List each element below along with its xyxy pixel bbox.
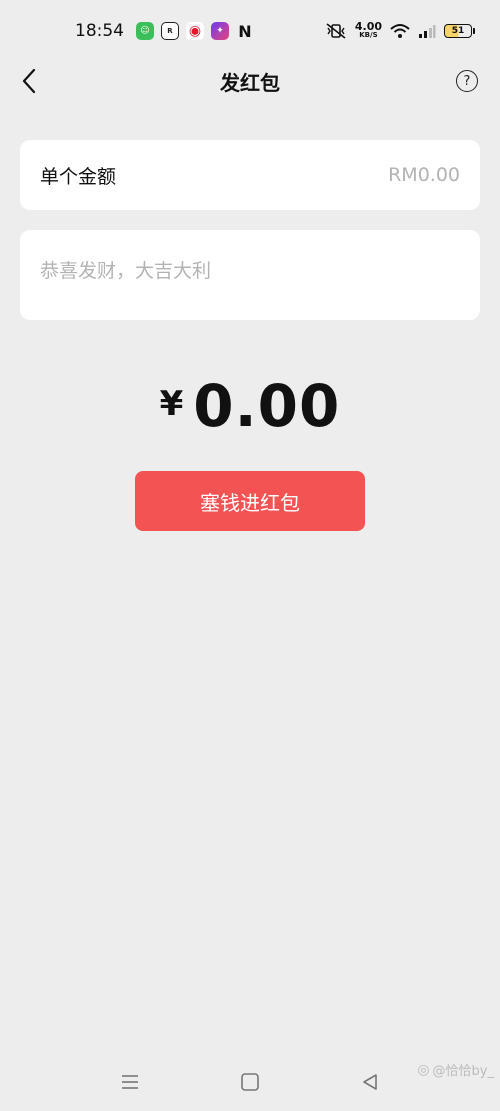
total-amount: ¥ 0.00: [0, 372, 500, 440]
help-button[interactable]: ?: [456, 70, 478, 92]
green-app-icon: ☺: [136, 22, 154, 40]
triangle-back-icon: [363, 1074, 377, 1090]
battery-icon: 51: [444, 24, 475, 38]
watermark-text: @恰恰by_: [432, 1064, 494, 1079]
greeting-card: [20, 230, 480, 320]
send-red-packet-button[interactable]: 塞钱进红包: [135, 471, 365, 531]
n-app-icon: N: [238, 21, 252, 41]
page-title: 发红包: [220, 70, 280, 95]
amount-row[interactable]: 单个金额 RM0.00: [20, 140, 480, 210]
currency-symbol: ¥: [159, 384, 184, 424]
network-speed: 4.00 KB/S: [354, 20, 382, 39]
nav-bar: 发红包 ?: [0, 58, 500, 104]
wifi-icon: [390, 24, 410, 38]
amount-label: 单个金额: [40, 165, 117, 188]
watermark: ◎ @恰恰by_: [417, 1060, 494, 1080]
status-bar: 18:54 ☺ R ◉ ✦ N 4.00 KB/S 51: [0, 0, 500, 62]
signal-icon: [419, 25, 436, 38]
back-nav-button[interactable]: [350, 1062, 390, 1102]
menu-button[interactable]: [110, 1062, 150, 1102]
status-right-group: 4.00 KB/S 51: [325, 20, 475, 40]
news-app-icon: R: [161, 22, 179, 40]
home-square-icon: [241, 1073, 259, 1091]
weibo-watermark-icon: ◎: [417, 1061, 430, 1078]
purple-app-icon: ✦: [211, 22, 229, 40]
question-mark-icon: ?: [463, 73, 471, 89]
status-time: 18:54: [75, 21, 124, 41]
back-button[interactable]: [14, 66, 44, 96]
chevron-left-icon: [22, 68, 36, 94]
total-value: 0.00: [193, 372, 341, 440]
amount-input[interactable]: RM0.00: [388, 164, 460, 186]
home-button[interactable]: [230, 1062, 270, 1102]
weibo-icon: ◉: [186, 22, 204, 40]
mute-vibrate-icon: [326, 23, 346, 39]
notification-icons: ☺ R ◉ ✦ N: [136, 21, 254, 41]
menu-icon: [122, 1075, 138, 1089]
greeting-input[interactable]: [40, 260, 460, 282]
